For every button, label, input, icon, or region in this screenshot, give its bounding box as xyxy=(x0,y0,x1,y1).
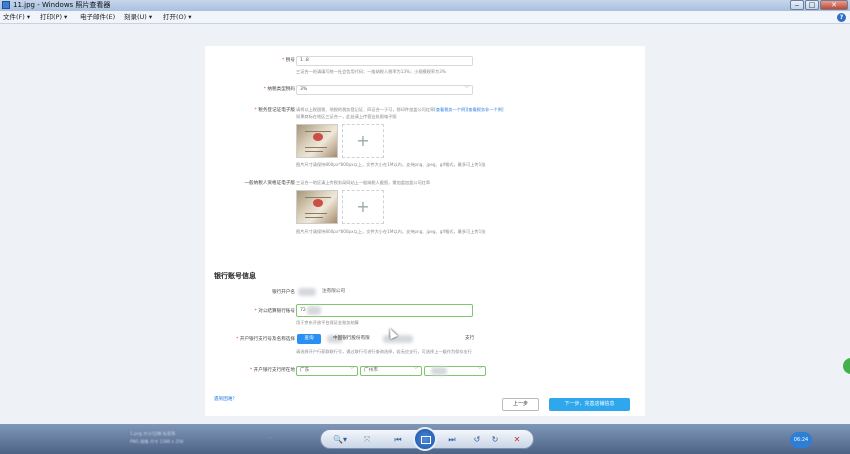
red-seal xyxy=(313,199,323,207)
help-icon[interactable]: ? xyxy=(837,13,846,22)
location-label: * 开户银行支行所在地 xyxy=(249,368,295,373)
rotate-ccw-icon[interactable]: ↺ xyxy=(471,433,483,446)
clock-badge: 06:24 xyxy=(790,432,812,448)
rotate-cw-icon[interactable]: ↻ xyxy=(489,433,501,446)
fit-window-icon[interactable]: ⤧ xyxy=(361,433,373,446)
bank-section-title: 银行账号信息 xyxy=(214,272,256,280)
menu-burn[interactable]: 刻录(U) ▾ xyxy=(124,11,152,24)
file-info-2: PNG 图像 尺寸 1386 x 256 xyxy=(130,439,184,444)
delete-icon[interactable]: ✕ xyxy=(511,433,523,446)
general-taxpayer-cert-thumbnail xyxy=(296,190,338,224)
next-image-icon[interactable]: ⏭ xyxy=(445,433,459,446)
account-no-hint: 用于京东开放平台保证金账务结算 xyxy=(296,320,359,325)
slideshow-button[interactable] xyxy=(413,427,437,451)
branch-label: * 开户银行支行号及名称选择 xyxy=(236,337,295,342)
redacted-text xyxy=(307,306,321,315)
plus-icon: + xyxy=(342,124,384,158)
app-icon xyxy=(2,1,10,9)
zoom-icon[interactable]: 🔍▾ xyxy=(331,433,349,446)
title-bar: 11.jpg - Windows 照片查看器 ‒ □ ✕ xyxy=(0,0,850,11)
chevron-down-icon: ﹀ xyxy=(464,87,470,92)
chevron-down-icon: ﹀ xyxy=(349,368,355,373)
playback-controls: 🔍▾ ⤧ ⏮ ⏭ ↺ ↻ ✕ xyxy=(320,427,534,451)
branch-hint: 请选择开户行获取联行号，通过联行号进行查询选择，若无应支行，可选择上一级作为保存… xyxy=(296,349,472,354)
menu-open[interactable]: 打开(O) ▾ xyxy=(163,11,192,24)
displayed-image: * 税号 1 .8 三证合一的请填写统一社会信用代码；一般纳税人税率为13%；小… xyxy=(205,46,645,416)
general-taxpayer-cert-label: 一般纳税人资格证电子版 xyxy=(244,181,295,186)
file-info-3: ... xyxy=(268,434,272,439)
red-seal xyxy=(313,133,323,141)
maximize-button[interactable]: □ xyxy=(805,0,819,10)
window-title: 11.jpg - Windows 照片查看器 xyxy=(13,1,111,9)
tax-rate-label: * 纳税类型税码 xyxy=(263,87,295,92)
viewer-control-bar: 1.png 大小/日期 标签等 PNG 图像 尺寸 1386 x 256 ...… xyxy=(0,424,850,454)
tax-reg-cert-thumbnail xyxy=(296,124,338,158)
prev-step-button: 上一步 xyxy=(502,398,539,411)
menu-print[interactable]: 打印(P) ▾ xyxy=(40,11,67,24)
general-taxpayer-cert-hint: 三证合一地区请上传税务局网站上一般纳税人截图，需加盖加盖公司红章 xyxy=(296,180,431,185)
previous-image-icon[interactable]: ⏮ xyxy=(391,433,405,446)
tax-rate-select: 3% ﹀ xyxy=(296,85,473,95)
image-view-area: * 税号 1 .8 三证合一的请填写统一社会信用代码；一般纳税人税率为13%；小… xyxy=(0,24,850,424)
account-name-label: 银行开户名 xyxy=(272,290,295,295)
province-select: 广东 ﹀ xyxy=(296,366,358,376)
redacted-text xyxy=(431,367,447,375)
account-no-label: * 对公结算银行账号 xyxy=(254,309,295,314)
tax-no-label: * 税号 xyxy=(282,58,295,63)
menu-file[interactable]: 文件(F) ▾ xyxy=(3,11,30,24)
chevron-down-icon: ﹀ xyxy=(413,368,419,373)
tax-reg-cert-hint: 请将以上税国税、地税的税务登记证、四证合一于可，那印件加盖公司红章[查看税务一个… xyxy=(296,107,504,112)
close-button[interactable]: ✕ xyxy=(820,0,848,10)
account-name-value: 注有限公司 xyxy=(322,289,345,294)
branch-value: 中国银行股份有限 xyxy=(333,336,370,341)
tax-reg-cert-hint2: 如果商标在地区三证合一，此处请上传营业执照电子版 xyxy=(296,114,397,119)
file-info-1: 1.png 大小/日期 标签等 xyxy=(130,431,176,436)
minimize-button[interactable]: ‒ xyxy=(790,0,804,10)
side-widget xyxy=(843,358,850,374)
account-no-field: 72 xyxy=(296,304,473,317)
query-button: 查询 xyxy=(297,334,321,344)
photo-viewer-window: 11.jpg - Windows 照片查看器 ‒ □ ✕ 文件(F) ▾ 打印(… xyxy=(0,0,850,454)
redacted-text xyxy=(383,335,413,343)
help-link: 遇到困难？ xyxy=(214,397,237,402)
menu-bar: 文件(F) ▾ 打印(P) ▾ 电子邮件(E) 刻录(U) ▾ 打开(O) ▾ … xyxy=(0,11,850,24)
tax-reg-cert-label: * 税务登记证电子版 xyxy=(254,108,295,113)
city-select: 广州市 ﹀ xyxy=(360,366,422,376)
next-step-button: 下一步，完善店铺信息 xyxy=(549,398,630,411)
tax-no-field: 1 .8 xyxy=(296,56,473,66)
chevron-down-icon: ﹀ xyxy=(477,368,483,373)
menu-email[interactable]: 电子邮件(E) xyxy=(80,11,115,24)
tax-no-hint: 三证合一的请填写统一社会信用代码；一般纳税人税率为13%；小规模税率为3% xyxy=(296,69,446,74)
redacted-text xyxy=(298,288,316,296)
plus-icon: + xyxy=(342,190,384,224)
general-taxpayer-cert-note: 图片尺寸请保持800px*800px以上，文件大小在1M以内，支持png、jpe… xyxy=(296,229,486,234)
tax-reg-cert-note: 图片尺寸请保持800px*800px以上，文件大小在1M以内，支持png、jpe… xyxy=(296,162,486,167)
branch-suffix: 支行 xyxy=(465,336,475,341)
